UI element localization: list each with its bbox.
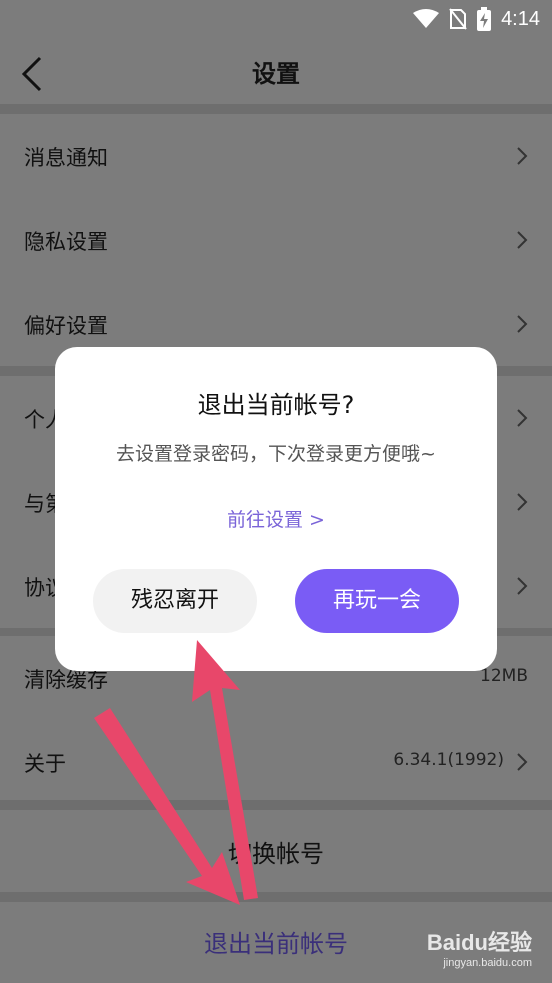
watermark-logo: Baidu经验 (426, 930, 532, 955)
go-to-settings-link[interactable]: 前往设置 > (55, 505, 497, 532)
chevron-right-icon (517, 231, 528, 249)
settings-group-1: 消息通知 隐私设置 偏好设置 (0, 114, 552, 366)
version-value: 6.34.1(1992) (393, 750, 504, 770)
watermark-url: jingyan.baidu.com (443, 957, 532, 969)
row-label: 消息通知 (24, 146, 108, 170)
baidu-watermark: Baidu经验 jingyan.baidu.com (427, 925, 532, 969)
chevron-right-icon (517, 753, 528, 771)
battery-charging-icon (477, 7, 492, 31)
section-divider (0, 800, 552, 810)
chevron-right-icon (517, 409, 528, 427)
page-title: 设置 (252, 60, 300, 88)
settings-row-about[interactable]: 关于 6.34.1(1992) (0, 720, 552, 804)
switch-account-label: 切换帐号 (228, 840, 324, 868)
settings-row-notifications[interactable]: 消息通知 (0, 114, 552, 198)
no-sim-icon (449, 8, 467, 30)
section-divider (0, 892, 552, 902)
cache-size-value: 12MB (480, 666, 528, 686)
row-label: 偏好设置 (24, 314, 108, 338)
row-label: 隐私设置 (24, 230, 108, 254)
section-divider (0, 104, 552, 114)
status-bar: 4:14 (0, 0, 552, 38)
row-label: 关于 (24, 752, 66, 776)
stay-button[interactable]: 再玩一会 (295, 569, 459, 633)
chevron-right-icon (517, 147, 528, 165)
leave-button[interactable]: 残忍离开 (93, 569, 257, 633)
settings-row-privacy[interactable]: 隐私设置 (0, 198, 552, 282)
status-icons: 4:14 (413, 6, 540, 32)
dialog-title: 退出当前帐号? (197, 391, 355, 419)
status-time: 4:14 (501, 7, 540, 30)
chevron-right-icon (517, 315, 528, 333)
header: 设置 (0, 38, 552, 104)
chevron-right-icon (517, 577, 528, 595)
wifi-icon (413, 9, 440, 28)
logout-confirm-dialog: 退出当前帐号? 去设置登录密码，下次登录更方便哦~ 前往设置 > 残忍离开 再玩… (55, 347, 497, 671)
chevron-right-icon (517, 493, 528, 511)
dialog-subtitle: 去设置登录密码，下次登录更方便哦~ (116, 443, 436, 465)
switch-account-button[interactable]: 切换帐号 (0, 810, 552, 892)
